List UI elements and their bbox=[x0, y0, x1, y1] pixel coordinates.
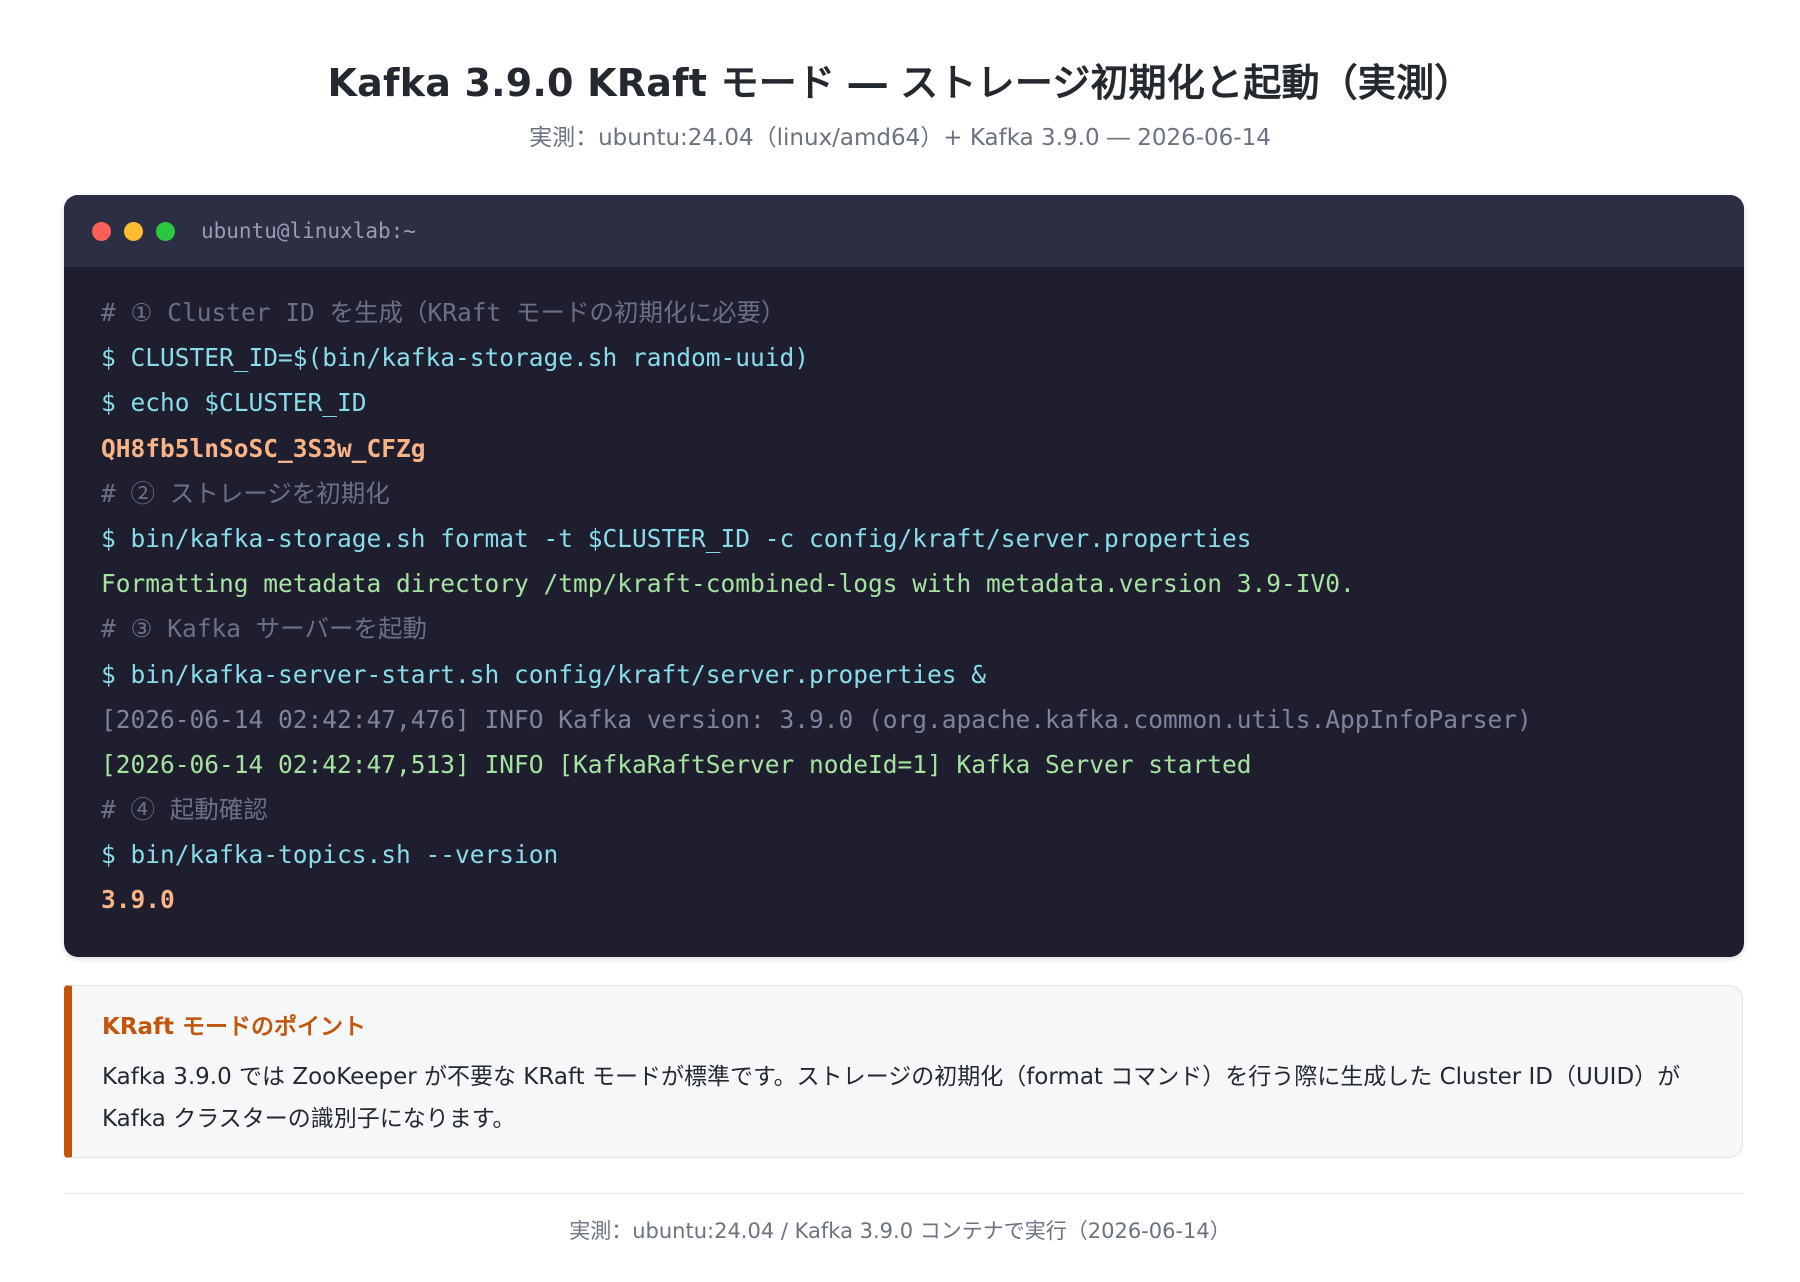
footer-text: 実測：ubuntu:24.04 / Kafka 3.9.0 コンテナで実行（20… bbox=[569, 1219, 1231, 1243]
terminal-command-line: $ echo $CLUSTER_ID bbox=[101, 388, 367, 418]
terminal-output[interactable]: # ① Cluster ID を生成（KRaft モードの初期化に必要） $ C… bbox=[101, 290, 1724, 923]
page: Kafka 3.9.0 KRaft モード ― ストレージ初期化と起動（実測） … bbox=[0, 0, 1800, 1282]
page-title: Kafka 3.9.0 KRaft モード ― ストレージ初期化と起動（実測） bbox=[327, 61, 1473, 105]
terminal-command-line: $ CLUSTER_ID=$(bin/kafka-storage.sh rand… bbox=[101, 343, 810, 373]
page-subtitle: 実測：ubuntu:24.04（linux/amd64）+ Kafka 3.9.… bbox=[529, 125, 1271, 151]
terminal-output-line: QH8fb5lnSoSC_3S3w_CFZg bbox=[101, 433, 426, 463]
close-window-icon[interactable] bbox=[92, 222, 111, 241]
terminal-command-line: $ bin/kafka-topics.sh --version bbox=[101, 840, 559, 870]
terminal-comment-line: # ① Cluster ID を生成（KRaft モードの初期化に必要） bbox=[101, 298, 786, 327]
terminal-command-line: $ bin/kafka-server-start.sh config/kraft… bbox=[101, 659, 987, 689]
terminal-output-line: 3.9.0 bbox=[101, 885, 175, 915]
minimize-window-icon[interactable] bbox=[124, 222, 143, 241]
terminal-comment-line: # ② ストレージを初期化 bbox=[101, 478, 390, 508]
info-callout: KRaft モードのポイント Kafka 3.9.0 では ZooKeeper … bbox=[64, 985, 1743, 1158]
terminal-success-line: [2026-06-14 02:42:47,513] INFO [KafkaRaf… bbox=[101, 749, 1252, 779]
terminal-title-bar: ubuntu@linuxlab:~ bbox=[64, 195, 1744, 267]
terminal-comment-line: # ③ Kafka サーバーを起動 bbox=[101, 614, 427, 644]
terminal-comment-line: # ④ 起動確認 bbox=[101, 795, 268, 825]
terminal-success-line: Formatting metadata directory /tmp/kraft… bbox=[101, 569, 1355, 599]
terminal-title: ubuntu@linuxlab:~ bbox=[201, 219, 416, 243]
callout-title: KRaft モードのポイント bbox=[102, 1014, 367, 1040]
callout-body: Kafka 3.9.0 では ZooKeeper が不要な KRaft モードが… bbox=[102, 1064, 1681, 1132]
footer-divider bbox=[64, 1193, 1744, 1194]
terminal-log-line: [2026-06-14 02:42:47,476] INFO Kafka ver… bbox=[101, 704, 1532, 734]
maximize-window-icon[interactable] bbox=[156, 222, 175, 241]
terminal-command-line: $ bin/kafka-storage.sh format -t $CLUSTE… bbox=[101, 523, 1252, 553]
terminal-window: ubuntu@linuxlab:~ # ① Cluster ID を生成（KRa… bbox=[64, 195, 1744, 957]
